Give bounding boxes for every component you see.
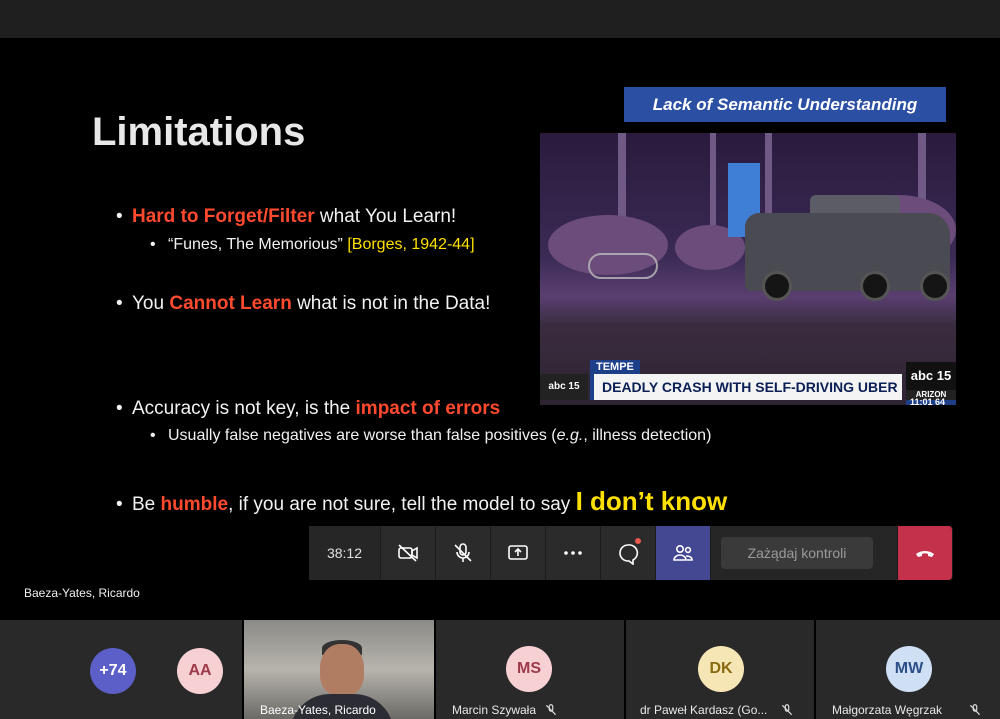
share-screen-button[interactable]	[491, 526, 546, 580]
person-head	[320, 644, 364, 696]
car-wheel	[762, 271, 792, 301]
meeting-timer: 38:12	[309, 526, 381, 580]
mic-muted-icon	[969, 704, 981, 716]
participant-tile[interactable]: DK dr Paweł Kardasz (Go...	[626, 620, 816, 719]
chat-icon	[619, 544, 639, 565]
bullet-2: • You Cannot Learn what is not in the Dat…	[116, 293, 491, 314]
sub-bullet-2: • Usually false negatives are worse than …	[150, 427, 712, 444]
car-wheel	[920, 271, 950, 301]
shared-screen: Limitations Lack of Semantic Understandi…	[0, 38, 1000, 620]
people-icon	[673, 545, 693, 561]
bullet-1: • Hard to Forget/Filter what You Learn!	[116, 206, 457, 227]
participant-tile-group: +74 AA	[0, 620, 244, 719]
participant-avatar: DK	[698, 646, 744, 692]
participant-tile[interactable]: MS Marcin Szywała	[436, 620, 626, 719]
more-options-button[interactable]	[546, 526, 601, 580]
participant-strip: +74 AA Baeza-Yates, Ricardo MS Marcin Sz…	[0, 620, 1000, 719]
camera-toggle-button[interactable]	[381, 526, 436, 580]
more-icon	[564, 551, 582, 555]
participant-avatar[interactable]: AA	[177, 648, 223, 694]
bullet-4: • Be humble, if you are not sure, tell th…	[116, 486, 728, 516]
car-wheel	[860, 271, 890, 301]
chat-notification-dot	[635, 538, 641, 544]
participant-tile[interactable]: MW Małgorzata Węgrzak	[816, 620, 1000, 719]
news-location: TEMPE	[590, 360, 640, 374]
participant-avatar: MS	[506, 646, 552, 692]
participant-name: Baeza-Yates, Ricardo	[260, 703, 376, 717]
share-icon	[508, 545, 528, 560]
presenter-name: Baeza-Yates, Ricardo	[24, 586, 140, 600]
bicycle	[588, 253, 658, 279]
mic-off-icon	[454, 543, 472, 562]
hang-up-button[interactable]	[898, 526, 953, 580]
chat-button[interactable]	[601, 526, 656, 580]
more-participants-avatar[interactable]: +74	[90, 648, 136, 694]
participant-avatar: MW	[886, 646, 932, 692]
top-bar	[0, 0, 1000, 38]
participant-name: Marcin Szywała	[452, 703, 537, 717]
request-control-area: Zażądaj kontroli	[711, 526, 898, 580]
camera-off-icon	[398, 544, 418, 562]
slide-title: Limitations	[92, 110, 306, 154]
news-time: 11:01 64	[906, 398, 956, 407]
participant-name: Małgorzata Węgrzak	[832, 703, 943, 717]
sub-bullet-1: • “Funes, The Memorious” [Borges, 1942-44…	[150, 236, 475, 253]
participants-button[interactable]	[656, 526, 711, 580]
slide-banner: Lack of Semantic Understanding	[624, 87, 946, 122]
meeting-controls: 38:12 Zażądaj kontroli	[309, 526, 955, 580]
hang-up-icon	[916, 551, 934, 557]
participant-name: dr Paweł Kardasz (Go...	[640, 703, 768, 717]
request-control-button[interactable]: Zażądaj kontroli	[721, 537, 873, 569]
mic-muted-icon	[781, 704, 793, 716]
bullet-3: • Accuracy is not key, is the impact of e…	[116, 398, 501, 419]
mic-toggle-button[interactable]	[436, 526, 491, 580]
mic-muted-icon	[545, 704, 557, 716]
news-headline: DEADLY CRASH WITH SELF-DRIVING UBER	[590, 374, 902, 400]
station-logo-right: abc 15	[906, 362, 956, 390]
station-logo-left: abc 15	[540, 374, 588, 400]
participant-video-tile[interactable]: Baeza-Yates, Ricardo	[244, 620, 436, 719]
news-lower-third: abc 15 TEMPE DEADLY CRASH WITH SELF-DRIV…	[540, 360, 956, 407]
